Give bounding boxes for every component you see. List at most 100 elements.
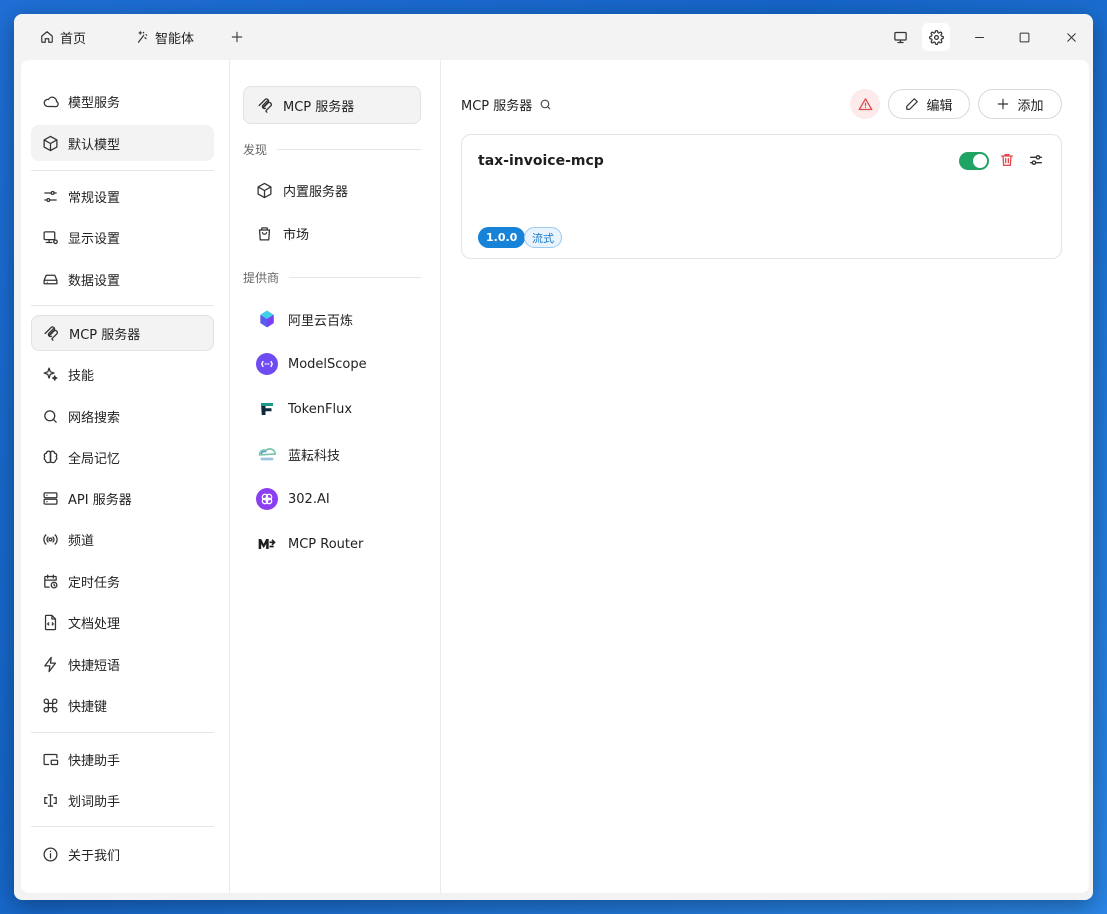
search-icon (44, 409, 57, 423)
minimize-button[interactable] (965, 23, 993, 51)
settings-sidebar: 模型服务 默认模型 常规设置 显示设置 数据设置 MCP 服务器 技能 网络搜索… (21, 60, 230, 893)
sidebar-item-label: 模型服务 (68, 95, 121, 111)
section-divider (277, 149, 421, 150)
provider-item-modelscope[interactable]: ModelScope (256, 352, 367, 376)
file-code-icon (44, 614, 57, 630)
provider-item-lanyun[interactable]: 蓝耘科技 (256, 442, 340, 466)
discover-item-label: 内置服务器 (283, 184, 349, 200)
cube-icon (43, 135, 58, 151)
discover-item-label: 市场 (283, 227, 310, 243)
sidebar-item-label: 数据设置 (68, 273, 121, 289)
sidebar-item-label: 频道 (68, 533, 95, 549)
discover-item-market[interactable]: 市场 (256, 221, 309, 245)
mcp-servers-nav-item[interactable]: MCP 服务器 (243, 86, 421, 124)
plus-icon (231, 31, 243, 43)
sidebar-item-skills[interactable]: 技能 (31, 356, 214, 392)
sidebar-item-doc-processing[interactable]: 文档处理 (31, 604, 214, 640)
add-button[interactable]: 添加 (978, 89, 1062, 119)
tab-agent[interactable]: 智能体 (135, 24, 194, 50)
sidebar-item-quick-assistant[interactable]: 快捷助手 (31, 741, 214, 777)
edit-button[interactable]: 编辑 (888, 89, 970, 119)
provider-label: TokenFlux (288, 401, 353, 417)
settings-sliders-icon[interactable] (1028, 152, 1044, 168)
provider-item-tokenflux[interactable]: TokenFlux (256, 397, 352, 421)
tab-home-label: 首页 (60, 31, 87, 47)
close-button[interactable] (1057, 23, 1085, 51)
package-icon (257, 182, 272, 198)
mcp-icon (44, 325, 58, 341)
provider-label: MCP Router (288, 536, 364, 552)
panel-title-text: MCP 服务器 (461, 99, 533, 114)
alert-triangle-icon (858, 97, 872, 110)
tab-agent-label: 智能体 (155, 31, 195, 47)
sidebar-item-memory[interactable]: 全局记忆 (31, 439, 214, 475)
gear-icon (928, 29, 944, 45)
panel-title: MCP 服务器 (461, 95, 552, 114)
search-icon[interactable] (539, 98, 552, 111)
transport-type-badge: 流式 (524, 227, 562, 248)
sidebar-item-web-search[interactable]: 网络搜索 (31, 398, 214, 434)
discover-section-title: 发现 (243, 141, 421, 158)
sparkle-icon (137, 31, 148, 43)
calendar-clock-icon (44, 573, 58, 589)
sidebar-item-label: 显示设置 (68, 231, 121, 247)
sidebar-item-selection-assistant[interactable]: 划词助手 (31, 782, 214, 818)
provider-label: 阿里云百炼 (288, 313, 354, 329)
sidebar-item-label: API 服务器 (68, 492, 132, 508)
sidebar-divider (31, 305, 214, 306)
provider-item-mcp-router[interactable]: MCP Router (256, 532, 363, 556)
mcp-icon (258, 97, 272, 113)
sidebar-item-scheduled-tasks[interactable]: 定时任务 (31, 563, 214, 599)
bailian-logo-icon (256, 308, 278, 330)
info-icon (43, 846, 58, 862)
text-select-icon (44, 793, 57, 807)
sidebar-item-shortcuts[interactable]: 快捷键 (31, 687, 214, 723)
section-divider (289, 277, 421, 278)
sidebar-item-data[interactable]: 数据设置 (31, 261, 214, 297)
provider-item-302ai[interactable]: 302.AI (256, 487, 330, 511)
discover-item-builtin[interactable]: 内置服务器 (256, 178, 348, 202)
sidebar-item-label: 默认模型 (68, 137, 121, 153)
mcp-sub-nav: MCP 服务器 发现 内置服务器 市场 提供商 阿里云百炼 ModelScope… (230, 60, 441, 893)
sidebar-divider (31, 170, 214, 171)
sidebar-item-general[interactable]: 常规设置 (31, 178, 214, 214)
sidebar-item-channel[interactable]: 频道 (31, 521, 214, 557)
sidebar-item-mcp[interactable]: MCP 服务器 (31, 315, 214, 351)
provider-label: 蓝耘科技 (288, 448, 341, 464)
provider-item-bailian[interactable]: 阿里云百炼 (256, 307, 353, 331)
mcp-server-card[interactable]: tax-invoice-mcp 1.0.0 流式 (461, 134, 1062, 259)
sparkles-icon (43, 366, 58, 381)
minimize-icon (974, 36, 984, 38)
sidebar-item-display[interactable]: 显示设置 (31, 219, 214, 255)
sidebar-item-about[interactable]: 关于我们 (31, 836, 214, 872)
add-tab-button[interactable] (228, 24, 246, 50)
sidebar-item-quick-phrases[interactable]: 快捷短语 (31, 646, 214, 682)
server-enabled-toggle[interactable] (959, 152, 989, 170)
section-label: 提供商 (243, 271, 280, 285)
trash-icon[interactable] (999, 152, 1015, 168)
mcp-router-logo-icon (256, 533, 278, 555)
title-bar: 首页 智能体 (14, 14, 1093, 60)
version-badge: 1.0.0 (478, 227, 526, 248)
tab-home[interactable]: 首页 (40, 24, 86, 50)
brain-icon (43, 450, 58, 463)
sidebar-item-label: 快捷助手 (68, 753, 121, 769)
sidebar-item-default-model[interactable]: 默认模型 (31, 125, 214, 161)
warning-button[interactable] (850, 89, 880, 119)
settings-button[interactable] (922, 23, 950, 51)
provider-label: 302.AI (288, 491, 330, 507)
sidebar-item-label: 快捷短语 (68, 658, 121, 674)
monitor-button[interactable] (886, 23, 914, 51)
sidebar-item-label: 文档处理 (68, 616, 121, 632)
sidebar-divider (31, 826, 214, 827)
sidebar-item-api-server[interactable]: API 服务器 (31, 480, 214, 516)
toggle-knob (973, 154, 987, 168)
maximize-button[interactable] (1010, 23, 1038, 51)
maximize-icon (1019, 32, 1029, 42)
sidebar-item-model-service[interactable]: 模型服务 (31, 83, 214, 119)
sidebar-item-label: 网络搜索 (68, 410, 121, 426)
providers-section-title: 提供商 (243, 269, 421, 286)
display-icon (43, 230, 58, 244)
zap-icon (44, 656, 57, 672)
sidebar-item-label: MCP 服务器 (69, 327, 141, 343)
